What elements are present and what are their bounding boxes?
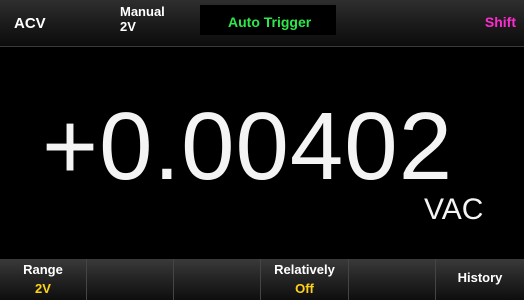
- softkey-relatively-label: Relatively: [274, 262, 335, 277]
- range-indicator: Manual 2V: [110, 0, 200, 46]
- trigger-indicator: Auto Trigger: [200, 0, 336, 46]
- trigger-label: Auto Trigger: [228, 14, 312, 30]
- measurement-value: +0.00402: [42, 93, 454, 200]
- softkey-2[interactable]: [87, 259, 174, 300]
- softkey-relatively[interactable]: Relatively Off: [261, 259, 349, 300]
- softkey-history[interactable]: History: [436, 259, 524, 300]
- softkey-range[interactable]: Range 2V: [0, 259, 87, 300]
- reading-area: +0.00402 VAC: [0, 47, 524, 259]
- measurement-unit: VAC: [424, 193, 484, 226]
- shift-label: Shift: [484, 14, 516, 30]
- softkey-bar: Range 2V Relatively Off History: [0, 259, 524, 300]
- function-label: ACV: [14, 15, 46, 32]
- function-indicator: ACV: [0, 0, 110, 46]
- softkey-3[interactable]: [174, 259, 261, 300]
- multimeter-screen: ACV Manual 2V Auto Trigger Shift +0.0040…: [0, 0, 524, 300]
- softkey-5[interactable]: [349, 259, 436, 300]
- softkey-range-value: 2V: [35, 281, 51, 296]
- range-value-label: 2V: [120, 19, 136, 34]
- status-bar: ACV Manual 2V Auto Trigger Shift: [0, 0, 524, 47]
- softkey-range-label: Range: [23, 262, 63, 277]
- softkey-history-label: History: [457, 270, 503, 285]
- softkey-relatively-value: Off: [295, 281, 314, 296]
- range-mode-label: Manual: [120, 4, 165, 19]
- shift-indicator: Shift: [336, 0, 524, 46]
- trigger-box: Auto Trigger: [200, 5, 336, 35]
